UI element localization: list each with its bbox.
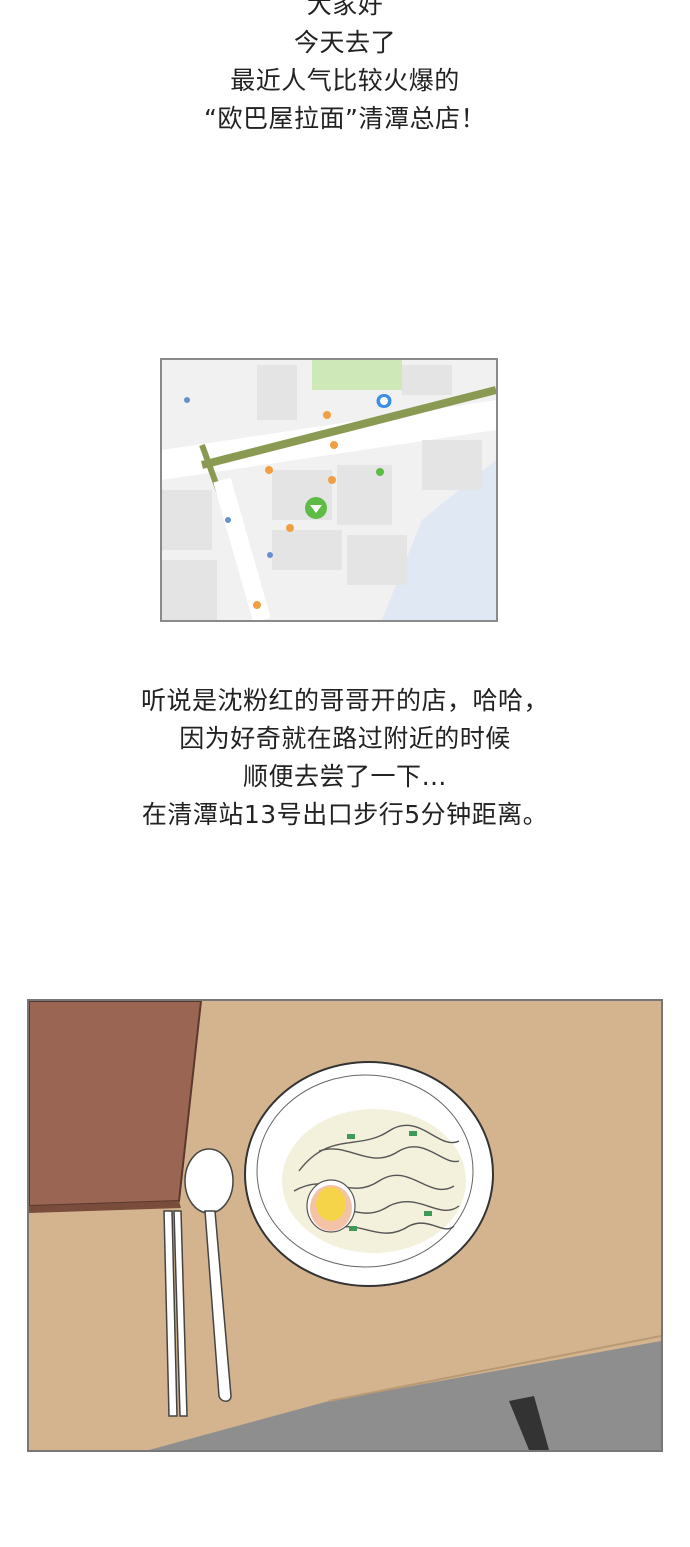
caption-top: 大家好 今天去了 最近人气比较火爆的 “欧巴屋拉面”清潭总店！ bbox=[0, 0, 690, 138]
caption-line: 今天去了 bbox=[293, 28, 396, 57]
caption-line: 听说是沈粉红的哥哥开的店，哈哈， bbox=[140, 686, 549, 715]
ramen-illustration bbox=[29, 1001, 661, 1450]
boiled-egg bbox=[306, 1179, 356, 1233]
destination-pin-icon bbox=[305, 497, 327, 519]
map-panel bbox=[160, 358, 498, 622]
caption-line: 顺便去尝了一下… bbox=[242, 762, 447, 791]
map-illustration bbox=[162, 360, 496, 620]
caption-line: 最近人气比较火爆的 bbox=[230, 66, 460, 95]
caption-line: 大家好 bbox=[306, 0, 384, 19]
caption-middle: 听说是沈粉红的哥哥开的店，哈哈， 因为好奇就在路过附近的时候 顺便去尝了一下… … bbox=[0, 682, 690, 834]
ramen-bowl bbox=[244, 1061, 494, 1287]
caption-line: “欧巴屋拉面”清潭总店！ bbox=[204, 104, 486, 133]
caption-line: 因为好奇就在路过附近的时候 bbox=[179, 724, 511, 753]
caption-line: 在清潭站13号出口步行5分钟距离。 bbox=[141, 800, 549, 829]
ramen-illustration-panel bbox=[27, 999, 663, 1452]
